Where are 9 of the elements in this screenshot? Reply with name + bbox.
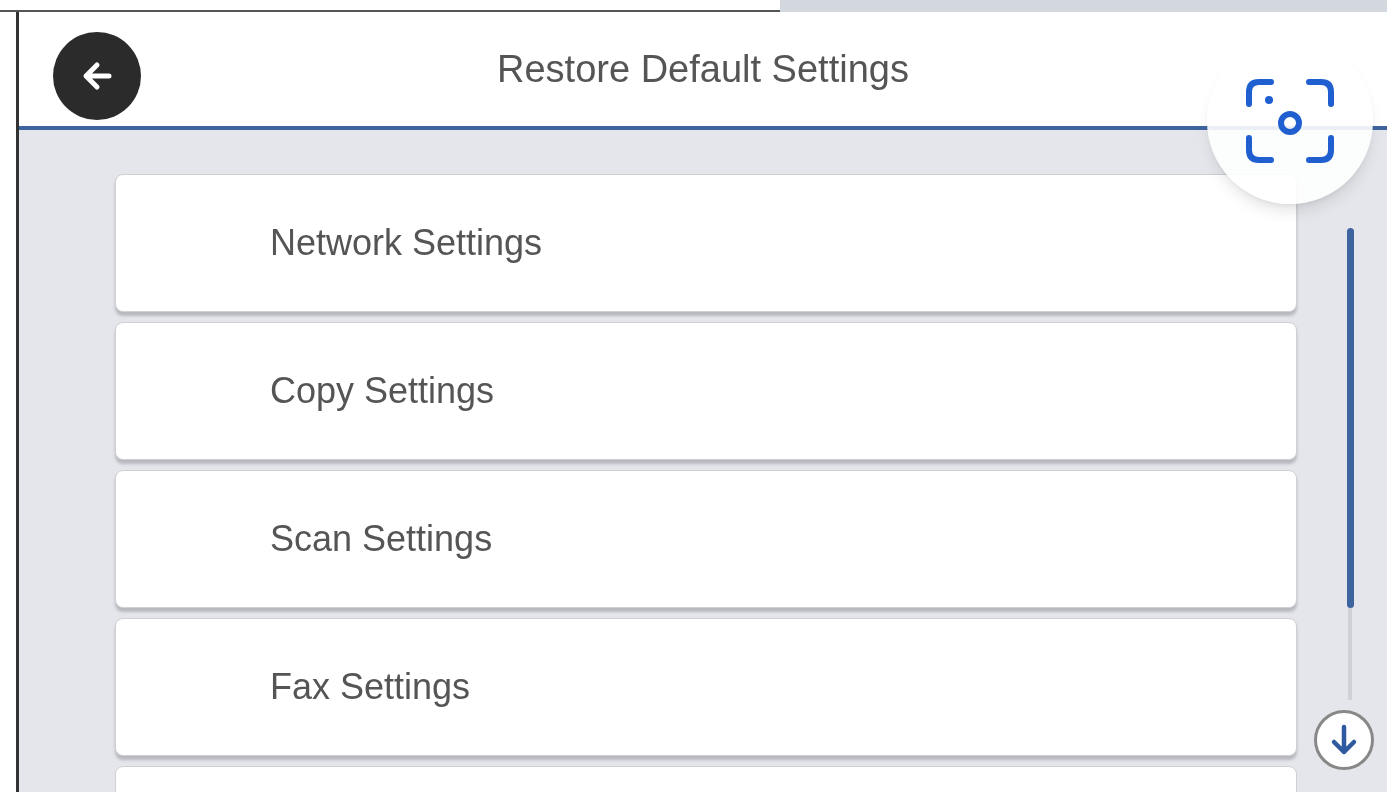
menu-item[interactable]: Copy Settings bbox=[115, 322, 1297, 460]
menu-item[interactable]: Fax Settings bbox=[115, 618, 1297, 756]
menu-item[interactable]: Network Settings bbox=[115, 174, 1297, 312]
scrollbar-thumb[interactable] bbox=[1347, 228, 1354, 608]
screen-title: Restore Default Settings bbox=[497, 46, 909, 92]
scroll-down-button[interactable] bbox=[1314, 710, 1374, 770]
lens-camera-icon bbox=[1245, 78, 1335, 164]
down-arrow-icon bbox=[1329, 724, 1359, 756]
menu-item[interactable]: Scan Settings bbox=[115, 470, 1297, 608]
